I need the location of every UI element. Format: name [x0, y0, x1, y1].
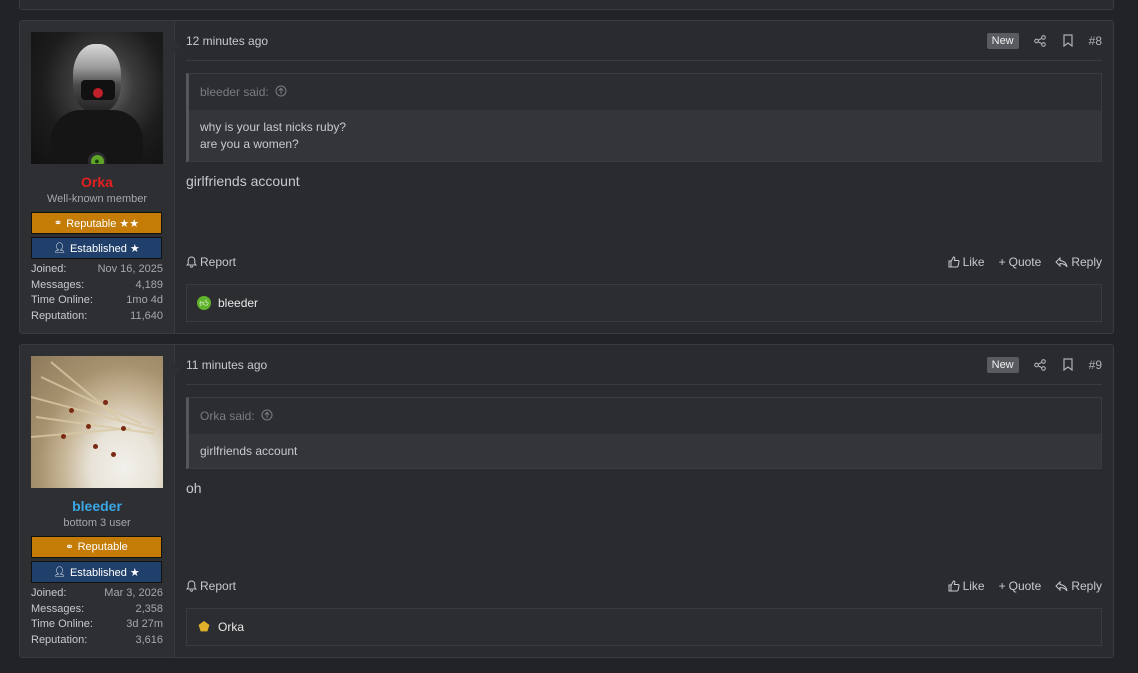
post: ● Orka Well-known member ⚭ Reputable ★★ …	[19, 20, 1114, 334]
username[interactable]: bleeder	[31, 498, 163, 516]
quote-body: girlfriends account	[189, 434, 1101, 468]
user-title: Well-known member	[46, 193, 148, 205]
reply-button[interactable]: Reply	[1055, 579, 1102, 593]
post-main: 12 minutes ago New #8 bleeder said: why …	[175, 21, 1113, 333]
user-icon: 👤︎	[53, 242, 66, 254]
quote-author[interactable]: bleeder said:	[200, 85, 269, 99]
post-meta: 11 minutes ago New #9	[186, 345, 1102, 385]
share-icon[interactable]	[1033, 34, 1047, 48]
avatar[interactable]	[31, 356, 163, 488]
user-stats: Joined: Nov 16, 2025 Messages: 4,189 Time …	[31, 263, 163, 322]
avatar[interactable]: ●	[31, 32, 163, 164]
handshake-icon: ⚭	[65, 541, 74, 553]
post-number[interactable]: #8	[1089, 34, 1102, 48]
share-icon[interactable]	[1033, 358, 1047, 372]
established-banner: 👤︎ Established ★	[31, 237, 162, 259]
quote-body: why is your last nicks ruby? are you a w…	[189, 110, 1101, 161]
username[interactable]: Orka	[31, 174, 163, 192]
bell-icon	[186, 580, 197, 592]
post: bleeder bottom 3 user ⚭ Reputable 👤︎ Est…	[19, 344, 1114, 658]
post-actions: Report Like + Quote Reply	[186, 251, 1102, 273]
message-text: girlfriends account	[186, 173, 300, 189]
plus-icon: +	[998, 579, 1006, 593]
like-button[interactable]: Like	[948, 255, 985, 269]
new-badge: New	[986, 32, 1019, 49]
quote-author[interactable]: Orka said:	[200, 409, 255, 423]
plus-icon: +	[998, 255, 1006, 269]
quote-button[interactable]: + Quote	[999, 579, 1042, 593]
post-meta: 12 minutes ago New #8	[186, 21, 1102, 61]
previous-post-edge	[19, 0, 1114, 10]
quote-block: Orka said: girlfriends account	[186, 397, 1102, 469]
report-button[interactable]: Report	[186, 255, 236, 269]
reaction-user[interactable]: bleeder	[218, 296, 258, 310]
post-time[interactable]: 12 minutes ago	[186, 34, 268, 48]
bookmark-icon[interactable]	[1061, 34, 1075, 48]
like-button[interactable]: Like	[948, 579, 985, 593]
reactions-bar[interactable]: ⬟ Orka	[186, 608, 1102, 646]
online-status-icon: ●	[88, 152, 106, 164]
user-title: bottom 3 user	[63, 517, 131, 529]
reactions-bar[interactable]: 👍︎ bleeder	[186, 284, 1102, 322]
thumbs-up-icon	[948, 580, 960, 592]
user-cell: bleeder bottom 3 user ⚭ Reputable 👤︎ Est…	[20, 345, 181, 657]
reply-icon	[1055, 580, 1068, 591]
bookmark-icon[interactable]	[1061, 358, 1075, 372]
report-button[interactable]: Report	[186, 579, 236, 593]
arrow-up-circle-icon[interactable]	[261, 409, 273, 424]
reply-icon	[1055, 256, 1068, 267]
reputable-banner: ⚭ Reputable ★★	[31, 212, 162, 234]
bell-icon	[186, 256, 197, 268]
quote-button[interactable]: + Quote	[999, 255, 1042, 269]
arrow-up-circle-icon[interactable]	[275, 85, 287, 100]
handshake-icon: ⚭	[53, 217, 63, 229]
new-badge: New	[986, 356, 1019, 373]
like-reaction-icon: 👍︎	[197, 296, 211, 310]
post-main: 11 minutes ago New #9 Orka said: girlfri…	[175, 345, 1113, 657]
established-banner: 👤︎ Established ★	[31, 561, 162, 583]
user-cell: ● Orka Well-known member ⚭ Reputable ★★ …	[20, 21, 181, 333]
post-actions: Report Like + Quote Reply	[186, 575, 1102, 597]
quote-block: bleeder said: why is your last nicks rub…	[186, 73, 1102, 162]
post-time[interactable]: 11 minutes ago	[186, 358, 267, 372]
user-stats: Joined: Mar 3, 2026 Messages: 2,358 Time O…	[31, 587, 163, 646]
gold-reaction-icon: ⬟	[198, 619, 210, 634]
thumbs-up-icon	[948, 256, 960, 268]
reaction-user[interactable]: Orka	[218, 620, 244, 634]
message-text: oh	[186, 480, 202, 496]
user-icon: 👤︎	[53, 566, 66, 578]
reputable-banner: ⚭ Reputable	[31, 536, 162, 558]
reply-button[interactable]: Reply	[1055, 255, 1102, 269]
post-number[interactable]: #9	[1089, 358, 1102, 372]
